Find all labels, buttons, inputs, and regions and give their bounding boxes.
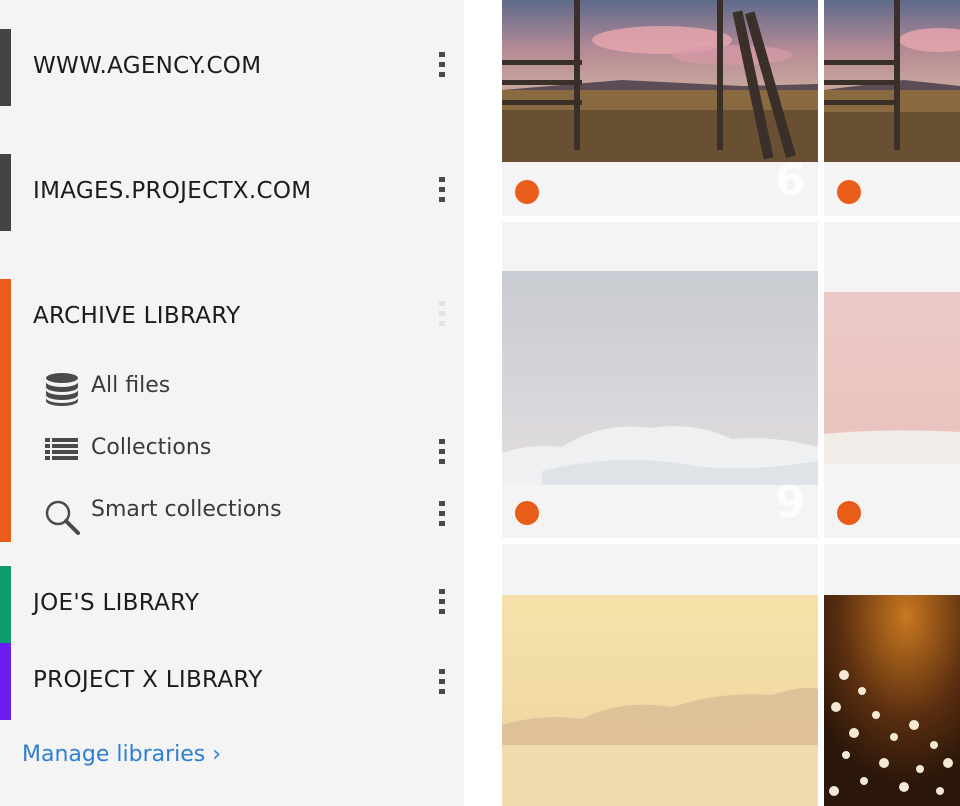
image-tile[interactable] bbox=[824, 222, 960, 538]
sidebar: WWW.AGENCY.COM IMAGES.PROJECTX.COM ARCHI… bbox=[0, 0, 464, 806]
library-images-projectx[interactable]: IMAGES.PROJECTX.COM bbox=[0, 154, 464, 231]
database-icon bbox=[46, 373, 78, 406]
more-options-icon[interactable] bbox=[433, 431, 451, 471]
library-title[interactable]: WWW.AGENCY.COM bbox=[33, 53, 261, 79]
sidebar-item-smart-collections[interactable]: Smart collections bbox=[44, 491, 424, 535]
library-color-bar bbox=[0, 154, 11, 231]
sidebar-item-all-files[interactable]: All files bbox=[44, 367, 424, 407]
image-tile[interactable] bbox=[502, 544, 818, 806]
thumbnail-image bbox=[824, 292, 960, 464]
tile-number: 9 bbox=[775, 477, 806, 528]
sidebar-item-label: Smart collections bbox=[91, 497, 282, 522]
sidebar-item-collections[interactable]: Collections bbox=[44, 429, 424, 469]
library-color-bar bbox=[0, 643, 11, 720]
library-title[interactable]: ARCHIVE LIBRARY bbox=[33, 303, 241, 329]
image-tile[interactable] bbox=[824, 0, 960, 216]
thumbnail-image bbox=[502, 595, 818, 806]
status-dot bbox=[837, 501, 861, 525]
thumbnail-image bbox=[502, 0, 818, 162]
manage-libraries-link[interactable]: Manage libraries › bbox=[22, 742, 221, 767]
library-archive[interactable]: ARCHIVE LIBRARY All files Collections Sm… bbox=[0, 279, 464, 542]
library-www-agency[interactable]: WWW.AGENCY.COM bbox=[0, 29, 464, 106]
more-options-icon[interactable] bbox=[433, 581, 451, 621]
library-color-bar bbox=[0, 279, 11, 542]
thumbnail-image bbox=[502, 271, 818, 485]
image-grid: 6 9 bbox=[502, 0, 960, 806]
image-tile[interactable]: 9 bbox=[502, 222, 818, 538]
library-color-bar bbox=[0, 29, 11, 106]
library-color-bar bbox=[0, 566, 11, 643]
image-tile[interactable]: 6 bbox=[502, 0, 818, 216]
library-joes[interactable]: JOE'S LIBRARY bbox=[0, 566, 464, 643]
list-icon bbox=[45, 438, 78, 460]
library-title[interactable]: JOE'S LIBRARY bbox=[33, 590, 199, 616]
sidebar-item-label: Collections bbox=[91, 435, 212, 460]
more-options-icon[interactable] bbox=[433, 661, 451, 701]
status-dot bbox=[837, 180, 861, 204]
more-options-icon[interactable] bbox=[433, 493, 451, 533]
status-dot bbox=[515, 501, 539, 525]
sidebar-item-label: All files bbox=[91, 373, 171, 398]
thumbnail-image bbox=[824, 595, 960, 806]
library-title[interactable]: IMAGES.PROJECTX.COM bbox=[33, 178, 311, 204]
library-title[interactable]: PROJECT X LIBRARY bbox=[33, 667, 263, 693]
more-options-icon[interactable] bbox=[433, 44, 451, 84]
library-project-x[interactable]: PROJECT X LIBRARY bbox=[0, 643, 464, 720]
thumbnail-image bbox=[824, 0, 960, 162]
more-options-icon[interactable] bbox=[433, 293, 451, 333]
more-options-icon[interactable] bbox=[433, 169, 451, 209]
image-tile[interactable] bbox=[824, 544, 960, 806]
status-dot bbox=[515, 180, 539, 204]
tile-number: 6 bbox=[775, 155, 806, 206]
search-icon bbox=[45, 500, 80, 535]
